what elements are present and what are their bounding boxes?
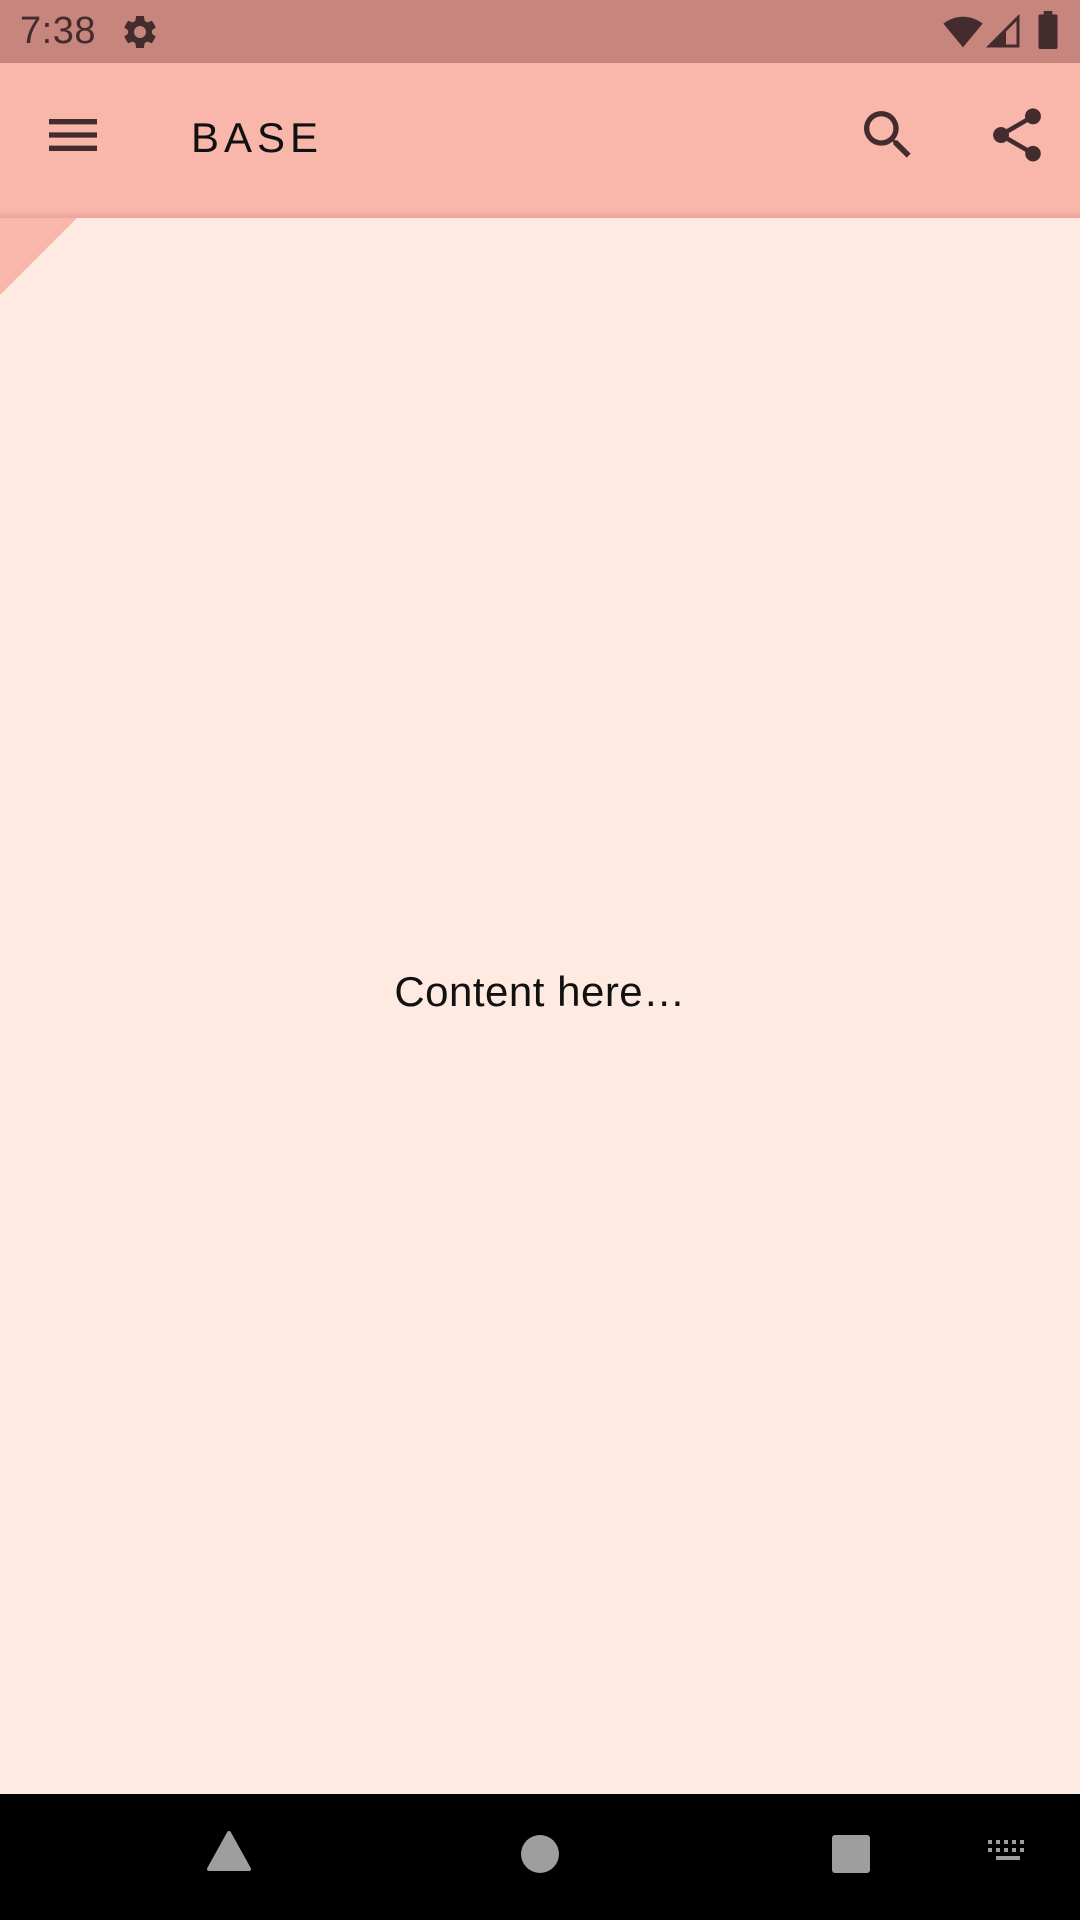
content-text: Content here… [394, 968, 686, 1015]
wifi-icon [943, 16, 983, 48]
status-time: 7:38 [20, 10, 96, 52]
share-icon[interactable] [985, 103, 1049, 167]
top-app-bar: BASE [0, 63, 1080, 218]
recents-icon[interactable] [831, 1834, 871, 1874]
menu-icon[interactable] [41, 103, 105, 167]
battery-icon [1038, 11, 1058, 49]
back-icon[interactable] [206, 1830, 252, 1872]
home-icon[interactable] [520, 1834, 560, 1874]
cell-signal-icon [985, 13, 1020, 48]
navigation-bar [0, 1794, 1080, 1920]
app-title: BASE [191, 114, 324, 161]
status-bar: 7:38 [0, 0, 1080, 63]
keyboard-icon[interactable] [986, 1838, 1030, 1868]
gear-icon [124, 15, 156, 48]
search-icon[interactable] [856, 103, 920, 167]
